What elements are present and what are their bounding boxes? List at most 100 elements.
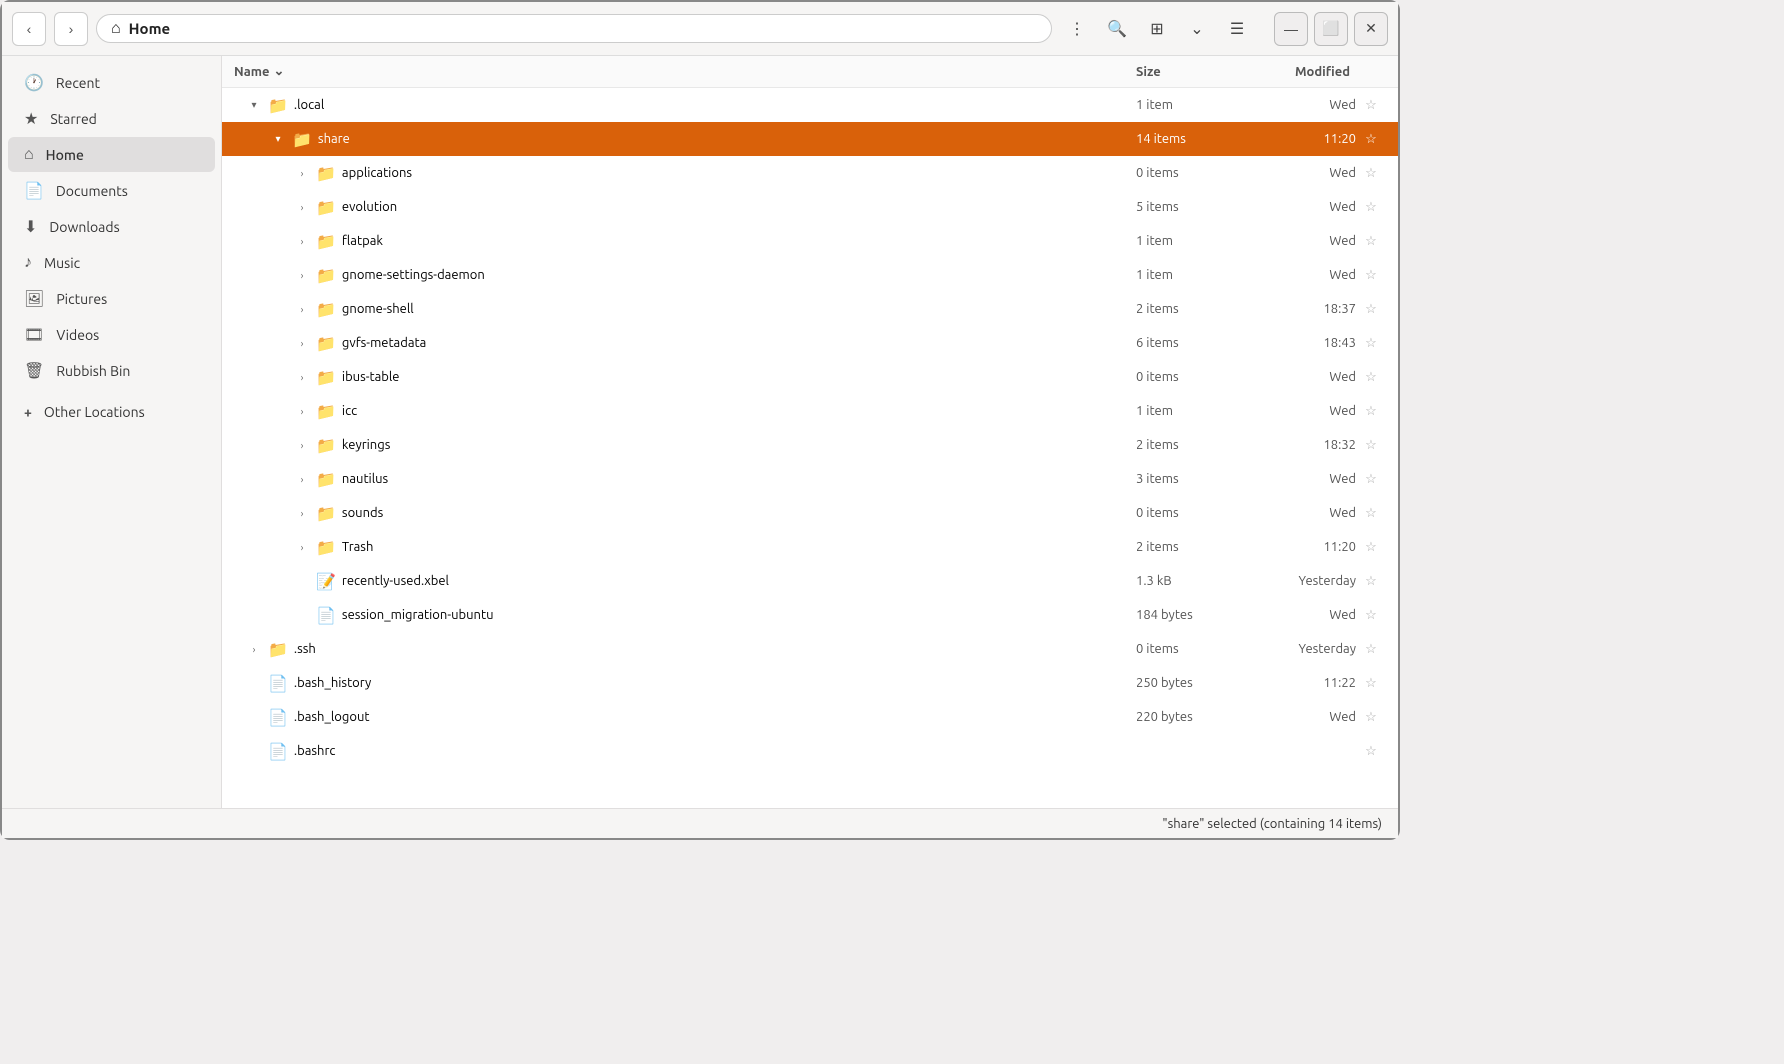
close-button[interactable]: ✕ (1354, 12, 1388, 46)
expand-icon[interactable]: › (294, 369, 310, 385)
header-modified[interactable]: Modified (1256, 65, 1386, 79)
location-bar[interactable]: ⌂ Home (96, 14, 1052, 43)
file-modified: Yesterday (1256, 574, 1356, 588)
star-button[interactable]: ☆ (1356, 404, 1386, 419)
table-row[interactable]: › 📁 sounds 0 items Wed ☆ (222, 496, 1398, 530)
expand-icon[interactable]: ▾ (246, 97, 262, 113)
sidebar-item-home[interactable]: ⌂ Home (8, 137, 215, 172)
expand-icon[interactable]: › (294, 539, 310, 555)
table-row[interactable]: › 📁 flatpak 1 item Wed ☆ (222, 224, 1398, 258)
expand-icon[interactable]: › (294, 199, 310, 215)
back-button[interactable]: ‹ (12, 12, 46, 46)
star-button[interactable]: ☆ (1356, 710, 1386, 725)
star-button[interactable]: ☆ (1356, 506, 1386, 521)
sidebar-item-label: Music (44, 255, 80, 271)
star-button[interactable]: ☆ (1356, 234, 1386, 249)
file-name: sounds (342, 506, 383, 520)
expand-icon[interactable]: › (294, 233, 310, 249)
view-grid-button[interactable]: ⊞ (1140, 12, 1174, 46)
expand-icon[interactable]: › (294, 301, 310, 317)
star-button[interactable]: ☆ (1356, 166, 1386, 181)
table-row[interactable]: › 📁 nautilus 3 items Wed ☆ (222, 462, 1398, 496)
star-button[interactable]: ☆ (1356, 676, 1386, 691)
table-row[interactable]: › 📁 Trash 2 items 11:20 ☆ (222, 530, 1398, 564)
documents-icon: 📄 (24, 181, 44, 200)
star-button[interactable]: ☆ (1356, 98, 1386, 113)
expand-icon[interactable]: › (294, 471, 310, 487)
star-button[interactable]: ☆ (1356, 132, 1386, 147)
file-size: 0 items (1136, 166, 1256, 180)
file-size: 184 bytes (1136, 608, 1256, 622)
file-name-cell: › 📁 icc (234, 402, 1136, 421)
file-name-cell: › 📁 applications (234, 164, 1136, 183)
view-list-button[interactable]: ☰ (1220, 12, 1254, 46)
star-icon: ★ (24, 109, 38, 128)
file-icon: 📄 (268, 708, 288, 727)
table-row[interactable]: › 📁 evolution 5 items Wed ☆ (222, 190, 1398, 224)
expand-icon[interactable]: ▾ (270, 131, 286, 147)
expand-icon[interactable]: › (294, 335, 310, 351)
search-button[interactable]: 🔍 (1100, 12, 1134, 46)
table-row[interactable]: 📝 recently-used.xbel 1.3 kB Yesterday ☆ (222, 564, 1398, 598)
maximize-button[interactable]: ⬜ (1314, 12, 1348, 46)
table-row[interactable]: › 📁 ibus-table 0 items Wed ☆ (222, 360, 1398, 394)
menu-button[interactable]: ⋮ (1060, 12, 1094, 46)
sidebar-item-videos[interactable]: 🎞 Videos (8, 317, 215, 352)
expand-icon[interactable] (294, 607, 310, 623)
table-row[interactable]: › 📁 keyrings 2 items 18:32 ☆ (222, 428, 1398, 462)
expand-icon[interactable]: › (294, 267, 310, 283)
table-row[interactable]: ▾ 📁 share 14 items 11:20 ☆ (222, 122, 1398, 156)
star-button[interactable]: ☆ (1356, 370, 1386, 385)
minimize-button[interactable]: — (1274, 12, 1308, 46)
file-name-cell: ▾ 📁 .local (234, 96, 1136, 115)
table-row[interactable]: 📄 .bashrc ☆ (222, 734, 1398, 768)
expand-icon[interactable]: › (294, 505, 310, 521)
table-row[interactable]: › 📁 gnome-settings-daemon 1 item Wed ☆ (222, 258, 1398, 292)
sidebar: 🕐 Recent ★ Starred ⌂ Home 📄 Documents ⬇ … (2, 56, 222, 808)
sidebar-item-rubbish[interactable]: 🗑 Rubbish Bin (8, 353, 215, 388)
sidebar-item-documents[interactable]: 📄 Documents (8, 173, 215, 208)
expand-icon[interactable] (246, 743, 262, 759)
sidebar-item-starred[interactable]: ★ Starred (8, 101, 215, 136)
expand-icon[interactable] (246, 709, 262, 725)
expand-icon[interactable]: › (294, 437, 310, 453)
star-button[interactable]: ☆ (1356, 438, 1386, 453)
table-row[interactable]: › 📁 gnome-shell 2 items 18:37 ☆ (222, 292, 1398, 326)
table-row[interactable]: › 📁 .ssh 0 items Yesterday ☆ (222, 632, 1398, 666)
file-modified: 11:22 (1256, 676, 1356, 690)
star-button[interactable]: ☆ (1356, 642, 1386, 657)
header-name[interactable]: Name ⌄ (234, 64, 1136, 79)
forward-button[interactable]: › (54, 12, 88, 46)
table-row[interactable]: ▾ 📁 .local 1 item Wed ☆ (222, 88, 1398, 122)
star-button[interactable]: ☆ (1356, 574, 1386, 589)
table-row[interactable]: 📄 .bash_history 250 bytes 11:22 ☆ (222, 666, 1398, 700)
table-row[interactable]: › 📁 gvfs-metadata 6 items 18:43 ☆ (222, 326, 1398, 360)
sidebar-item-downloads[interactable]: ⬇ Downloads (8, 209, 215, 244)
star-button[interactable]: ☆ (1356, 336, 1386, 351)
sidebar-item-other[interactable]: + Other Locations (8, 396, 215, 428)
table-row[interactable]: 📄 session_migration-ubuntu 184 bytes Wed… (222, 598, 1398, 632)
header-size[interactable]: Size (1136, 65, 1256, 79)
star-button[interactable]: ☆ (1356, 540, 1386, 555)
view-chevron-button[interactable]: ⌄ (1180, 12, 1214, 46)
table-row[interactable]: 📄 .bash_logout 220 bytes Wed ☆ (222, 700, 1398, 734)
expand-icon[interactable] (294, 573, 310, 589)
star-button[interactable]: ☆ (1356, 744, 1386, 759)
table-row[interactable]: › 📁 icc 1 item Wed ☆ (222, 394, 1398, 428)
expand-icon[interactable]: › (294, 165, 310, 181)
home-icon: ⌂ (24, 145, 34, 164)
star-button[interactable]: ☆ (1356, 268, 1386, 283)
star-button[interactable]: ☆ (1356, 200, 1386, 215)
file-name: flatpak (342, 234, 383, 248)
star-button[interactable]: ☆ (1356, 472, 1386, 487)
star-button[interactable]: ☆ (1356, 608, 1386, 623)
expand-icon[interactable]: › (246, 641, 262, 657)
star-button[interactable]: ☆ (1356, 302, 1386, 317)
sidebar-item-music[interactable]: ♪ Music (8, 245, 215, 280)
sidebar-item-pictures[interactable]: 🖼 Pictures (8, 281, 215, 316)
table-row[interactable]: › 📁 applications 0 items Wed ☆ (222, 156, 1398, 190)
sidebar-item-recent[interactable]: 🕐 Recent (8, 65, 215, 100)
expand-icon[interactable] (246, 675, 262, 691)
expand-icon[interactable]: › (294, 403, 310, 419)
file-icon: 📁 (268, 96, 288, 115)
